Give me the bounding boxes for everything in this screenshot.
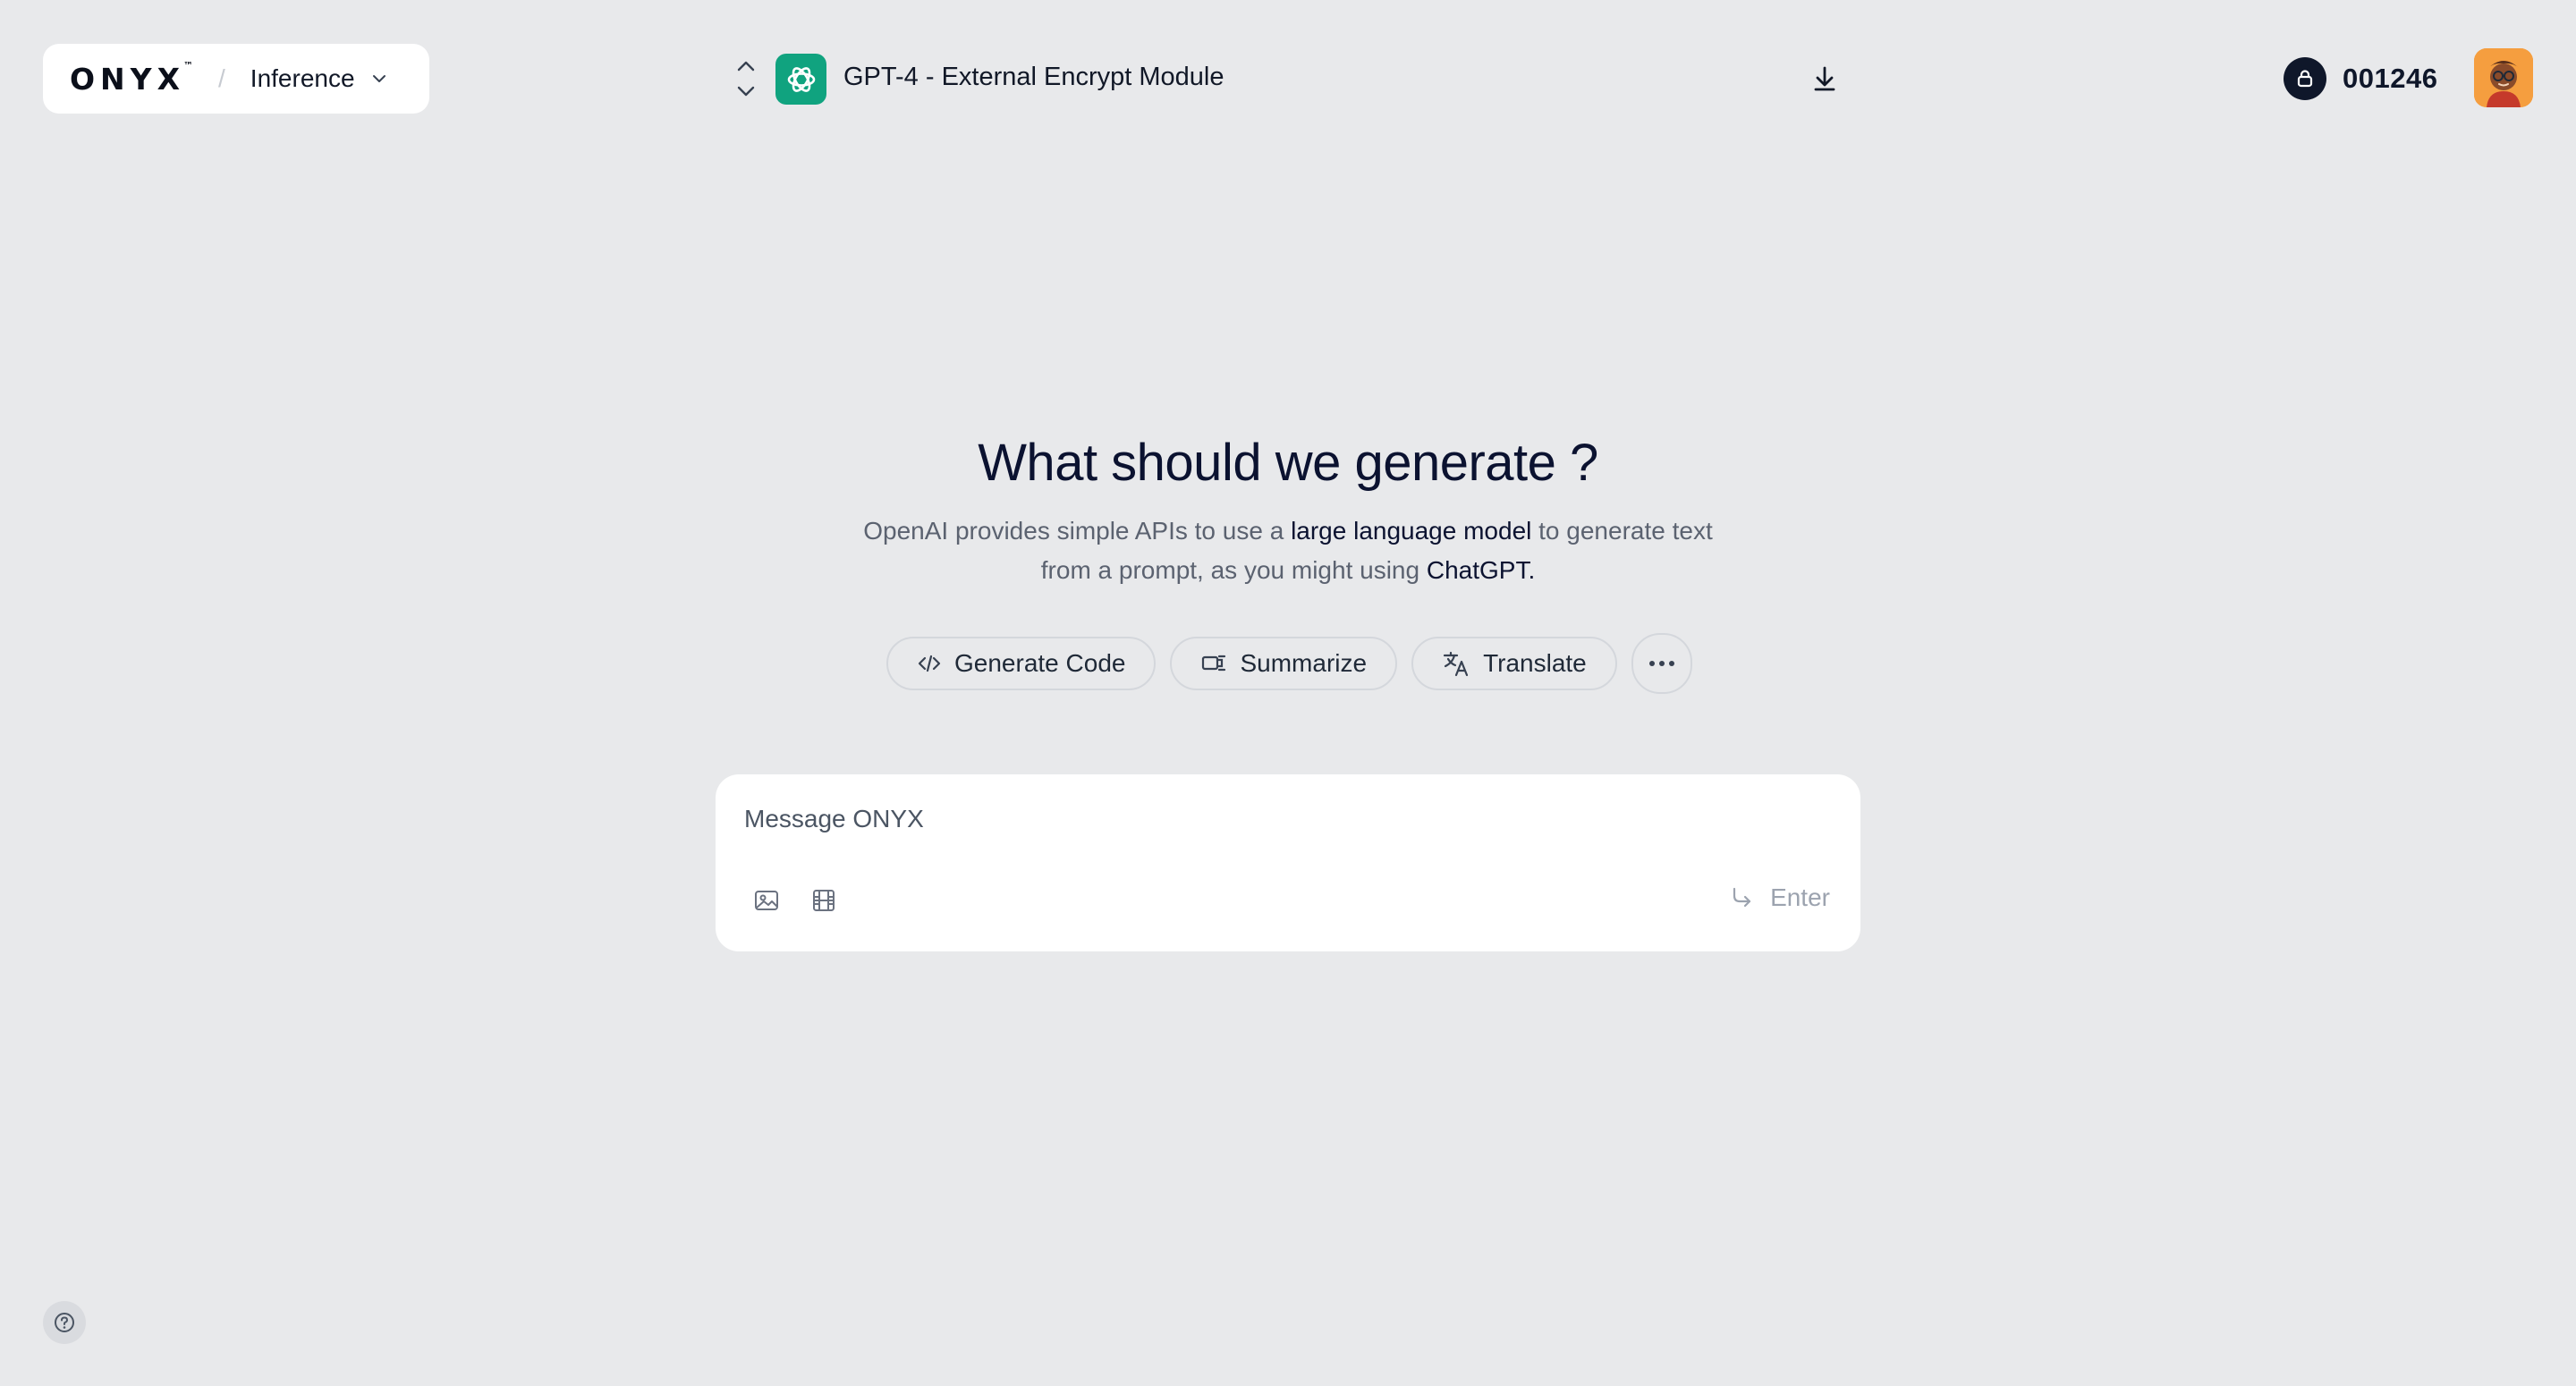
workspace-dropdown[interactable]: Inference [250,64,387,93]
summarize-icon [1202,655,1226,672]
chatgpt-link[interactable]: ChatGPT. [1427,556,1535,584]
chip-label: Translate [1483,649,1587,677]
hero-subtitle: OpenAI provides simple APIs to use a lar… [841,511,1735,590]
message-composer: Enter [716,774,1860,951]
help-button[interactable] [43,1301,86,1344]
workspace-label: Inference [250,64,355,92]
message-input[interactable] [744,801,1818,837]
hero-title: What should we generate ? [978,434,1598,492]
chip-label: Summarize [1240,649,1368,677]
openai-icon [775,54,826,105]
send-button[interactable]: Enter [1729,883,1830,912]
send-label: Enter [1770,883,1830,911]
model-switch-icon[interactable] [732,55,760,102]
code-icon [918,655,941,672]
enter-arrow-icon [1733,887,1751,908]
hero-subtitle-text: OpenAI provides simple APIs to use a [863,517,1292,545]
generate-code-chip[interactable]: Generate Code [886,637,1157,690]
image-icon[interactable] [753,887,780,914]
chip-label: Generate Code [954,649,1126,677]
chevron-down-icon [372,75,386,82]
lock-icon [2284,57,2326,100]
credits-value: 001246 [2343,63,2438,94]
avatar-illustration [2474,48,2533,107]
translate-chip[interactable]: Translate [1411,637,1617,690]
download-icon[interactable] [1807,61,1843,97]
film-icon[interactable] [810,887,837,914]
more-horizontal-icon [1648,661,1674,666]
suggestion-chips: Generate Code Summarize Translate [886,633,1692,694]
llm-link[interactable]: large language model [1291,517,1531,545]
credits-badge[interactable]: 001246 [2284,57,2437,100]
logo-text: ONYX [70,61,186,97]
help-icon [55,1313,74,1332]
breadcrumb-separator: / [218,64,225,92]
onyx-logo[interactable]: ONYX ™ [70,59,194,97]
summarize-chip[interactable]: Summarize [1170,637,1398,690]
model-name[interactable]: GPT-4 - External Encrypt Module [843,63,1224,92]
trademark-mark: ™ [183,59,194,72]
avatar[interactable] [2474,48,2533,107]
more-options-button[interactable] [1631,633,1692,694]
translate-icon [1443,651,1469,677]
brand-bar: ONYX ™ / Inference [43,44,429,114]
